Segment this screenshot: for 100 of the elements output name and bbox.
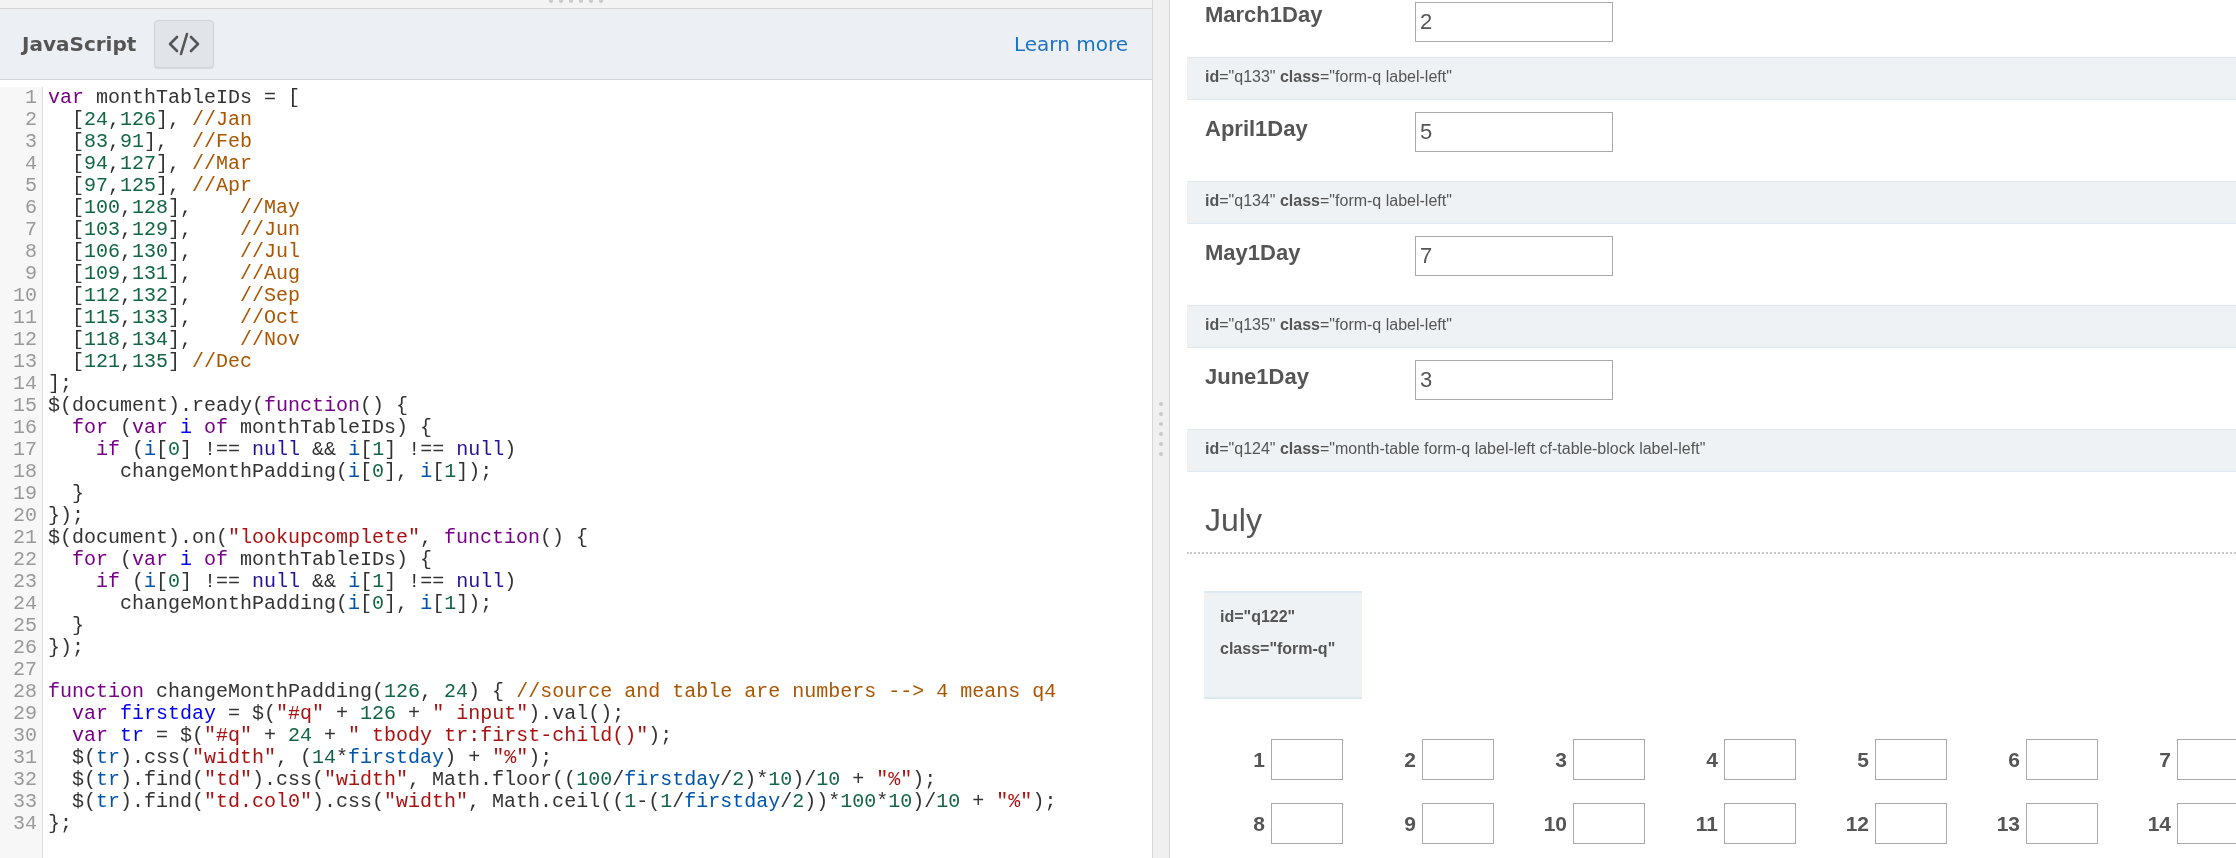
section-heading: July xyxy=(1204,501,1263,540)
line-number: 6 xyxy=(24,197,38,219)
line-number: 8 xyxy=(24,241,38,263)
code-line: function changeMonthPadding(126, 24) { //source and table are numbers --> 4 means q4 xyxy=(48,680,1057,703)
input-field[interactable] xyxy=(1573,739,1645,780)
code-line: [112,132], //Sep xyxy=(71,284,301,307)
code-line: for (var i of monthTableIDs) { xyxy=(71,416,433,439)
code-line: [83,91], //Feb xyxy=(71,130,253,153)
code-line: } xyxy=(71,614,84,637)
line-number: 26 xyxy=(12,637,38,659)
line-number: 23 xyxy=(12,571,38,593)
field-label: March1Day xyxy=(1205,2,1324,28)
line-number: 5 xyxy=(24,175,38,197)
day-label: 7 xyxy=(2158,747,2171,772)
input-field[interactable] xyxy=(1271,739,1343,780)
code-line: $(tr).find("td.col0").css("width", Math.ceil((1-(1/firstday/2))*100*10)/10 + "%"); xyxy=(71,790,1057,813)
input-field[interactable] xyxy=(1875,739,1947,780)
line-number: 34 xyxy=(12,813,38,835)
line-number: 3 xyxy=(24,131,38,153)
day-label: 8 xyxy=(1252,811,1265,836)
line-number: 20 xyxy=(12,505,38,527)
line-number: 28 xyxy=(12,681,38,703)
code-line: var monthTableIDs = [ xyxy=(48,86,301,109)
input-field[interactable]: 2 xyxy=(1415,2,1613,42)
code-line: [100,128], //May xyxy=(71,196,301,219)
code-line: [118,134], //Nov xyxy=(71,328,301,351)
input-field[interactable]: 7 xyxy=(1415,236,1613,276)
code-line: if (i[0] !== null && i[1] !== null) xyxy=(95,438,517,461)
code-line: for (var i of monthTableIDs) { xyxy=(71,548,433,571)
day-label: 1 xyxy=(1252,747,1265,772)
line-number: 27 xyxy=(12,659,38,681)
line-number: 33 xyxy=(12,791,38,813)
input-field[interactable] xyxy=(1271,803,1343,844)
attribute-box: id="q122" class="form-q" xyxy=(1204,591,1362,699)
input-field[interactable] xyxy=(1724,803,1796,844)
code-line: [94,127], //Mar xyxy=(71,152,253,175)
code-line: [106,130], //Jul xyxy=(71,240,301,263)
day-label: 3 xyxy=(1554,747,1567,772)
attribute-bar: id="q135" class="form-q label-left" xyxy=(1187,305,2236,348)
code-line: var tr = $("#q" + 24 + " tbody tr:first-child()"); xyxy=(71,724,673,747)
input-field[interactable] xyxy=(2026,739,2098,780)
line-number: 7 xyxy=(24,219,38,241)
code-line: $(document).ready(function() { xyxy=(48,394,409,417)
field-label: April1Day xyxy=(1205,116,1309,142)
code-icon xyxy=(168,32,201,56)
input-field[interactable] xyxy=(1573,803,1645,844)
code-line: [109,131], //Aug xyxy=(71,262,301,285)
drag-handle-icon[interactable] xyxy=(1158,399,1164,459)
line-number: 10 xyxy=(12,285,38,307)
day-label: 14 xyxy=(2146,811,2171,836)
code-line: [24,126], //Jan xyxy=(71,108,253,131)
input-field[interactable] xyxy=(1422,803,1494,844)
line-number: 22 xyxy=(12,549,38,571)
code-line: changeMonthPadding(i[0], i[1]); xyxy=(119,592,493,615)
field-label: June1Day xyxy=(1205,364,1310,390)
field-label: May1Day xyxy=(1205,240,1302,266)
code-line: $(tr).css("width", (14*firstday) + "%"); xyxy=(71,746,553,769)
day-label: 10 xyxy=(1542,811,1567,836)
line-number: 11 xyxy=(12,307,38,329)
code-line: [103,129], //Jun xyxy=(71,218,301,241)
line-number: 4 xyxy=(24,153,38,175)
code-toggle-button[interactable] xyxy=(154,20,215,68)
line-number: 12 xyxy=(12,329,38,351)
day-label: 9 xyxy=(1403,811,1416,836)
line-number: 9 xyxy=(24,263,38,285)
learn-more-link[interactable]: Learn more xyxy=(1013,32,1128,56)
input-field[interactable] xyxy=(1875,803,1947,844)
day-label: 13 xyxy=(1995,811,2020,836)
line-number: 1 xyxy=(24,87,38,109)
line-number: 14 xyxy=(12,373,38,395)
input-field[interactable]: 5 xyxy=(1415,112,1613,152)
code-line: [115,133], //Oct xyxy=(71,306,301,329)
input-field[interactable] xyxy=(1724,739,1796,780)
code-line: var firstday = $("#q" + 126 + " input").val(); xyxy=(71,702,625,725)
line-number: 25 xyxy=(12,615,38,637)
day-label: 2 xyxy=(1403,747,1416,772)
input-field[interactable]: 3 xyxy=(1415,360,1613,400)
line-number: 2 xyxy=(24,109,38,131)
code-line: }; xyxy=(48,812,72,835)
code-line: [121,135] //Dec xyxy=(71,350,253,373)
line-number: 24 xyxy=(12,593,38,615)
input-field[interactable] xyxy=(2177,739,2236,780)
input-field[interactable] xyxy=(2026,803,2098,844)
line-number: 13 xyxy=(12,351,38,373)
day-label: 6 xyxy=(2007,747,2020,772)
line-number: 30 xyxy=(12,725,38,747)
code-line: changeMonthPadding(i[0], i[1]); xyxy=(119,460,493,483)
input-field[interactable] xyxy=(2177,803,2236,844)
code-line: ]; xyxy=(48,372,72,395)
line-number: 15 xyxy=(12,395,38,417)
line-number: 21 xyxy=(12,527,38,549)
input-field[interactable] xyxy=(1422,739,1494,780)
line-number: 29 xyxy=(12,703,38,725)
line-number: 32 xyxy=(12,769,38,791)
code-line: }); xyxy=(48,504,84,527)
attribute-bar: id="q124" class="month-table form-q label-left cf-table-block label-left" xyxy=(1187,429,2236,472)
line-number: 16 xyxy=(12,417,38,439)
code-line: [97,125], //Apr xyxy=(71,174,253,197)
line-number: 31 xyxy=(12,747,38,769)
line-number: 17 xyxy=(12,439,38,461)
